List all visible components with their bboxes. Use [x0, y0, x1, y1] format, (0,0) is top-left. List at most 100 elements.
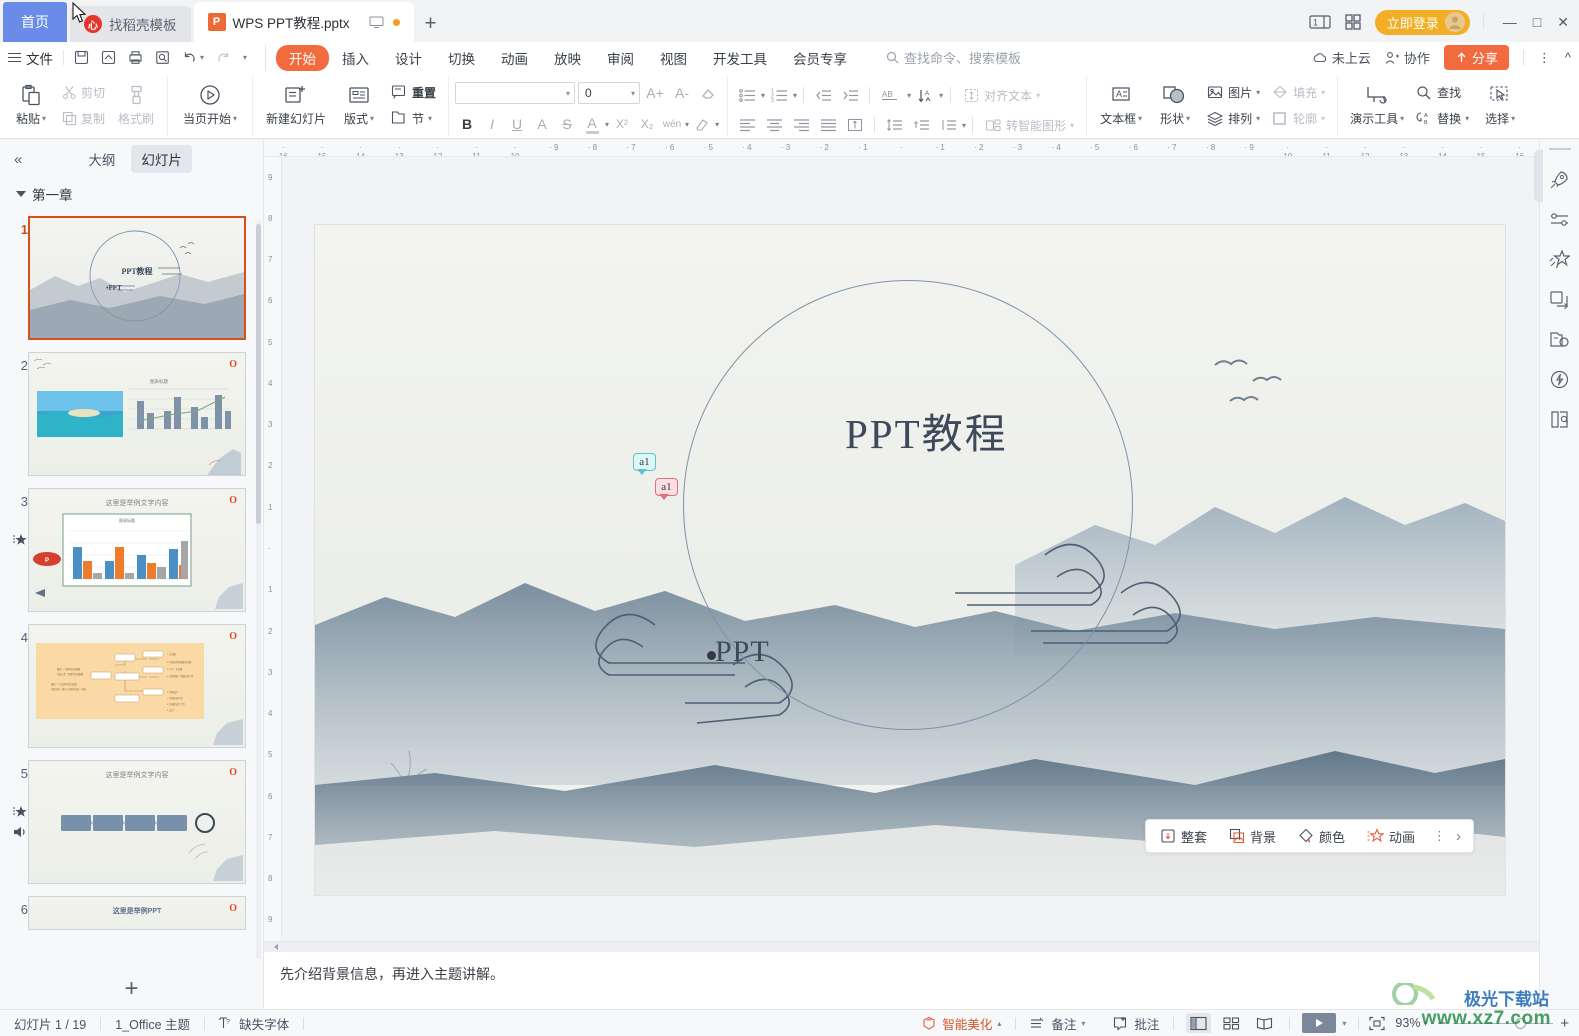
select-button[interactable]: 选择 ▾ [1475, 76, 1525, 134]
align-right-icon[interactable] [788, 112, 814, 138]
font-color-button[interactable]: A [580, 112, 604, 136]
zoom-slider[interactable]: − + [1427, 1015, 1579, 1032]
duplicate-icon[interactable] [1546, 286, 1574, 312]
comment-marker-1[interactable]: a1 [633, 453, 656, 475]
chevron-down-icon[interactable]: ▾ [1342, 1019, 1346, 1028]
doc-search-icon[interactable] [1546, 406, 1574, 432]
align-left-icon[interactable] [734, 112, 760, 138]
text-direction-icon[interactable]: AB [876, 82, 906, 108]
panel-tab-outline[interactable]: 大纲 [78, 145, 125, 173]
undo-button[interactable]: ▾ [182, 50, 204, 65]
search-input[interactable]: 查找命令、搜索模板 [886, 48, 1021, 67]
tab-home[interactable]: 首页 [3, 2, 67, 42]
slide-thumbnail-6[interactable]: O 这里是举例PPT [28, 896, 246, 930]
slide-thumbnail-item[interactable]: 4 O 图层1：需要的信息数据 全面几类：需要的信息数据 图层1：产品说明 简洁… [0, 624, 263, 748]
phonetic-guide-icon[interactable]: wén [660, 112, 684, 136]
slide-thumbnail-4[interactable]: O 图层1：需要的信息数据 全面几类：需要的信息数据 图层1：产品说明 简洁版面… [28, 624, 246, 748]
find-button[interactable]: 查找 [1410, 79, 1475, 105]
maximize-button[interactable]: □ [1533, 14, 1541, 30]
highlight-color-icon[interactable] [690, 112, 714, 136]
color-button[interactable]: 颜色 [1288, 821, 1355, 851]
fit-to-window-icon[interactable] [1359, 1016, 1395, 1031]
rocket-icon[interactable] [1546, 166, 1574, 192]
arrange-button[interactable]: 排列 ▾ [1201, 105, 1266, 131]
ribbon-tab-design[interactable]: 设计 [382, 45, 435, 71]
missing-font-status[interactable]: ? 缺失字体 [205, 1014, 303, 1033]
print-icon[interactable] [128, 50, 143, 65]
chevron-down-icon[interactable]: ▾ [793, 91, 797, 100]
reading-view-icon[interactable] [1252, 1013, 1277, 1033]
present-tools-button[interactable]: 演示工具 ▾ [1344, 76, 1410, 134]
slide-sorter-icon[interactable] [1219, 1013, 1244, 1033]
replace-button[interactable]: AB 替换 ▾ [1410, 105, 1475, 131]
notes-text[interactable]: 先介绍背景信息，再进入主题讲解。 [264, 952, 1539, 996]
collapse-panel-icon[interactable]: « [8, 151, 28, 168]
start-here-button[interactable]: 当页开始 ▾ [174, 76, 246, 134]
new-tab-button[interactable]: + [414, 6, 448, 42]
file-menu-button[interactable]: 文件 [0, 48, 63, 68]
save-icon[interactable] [74, 50, 89, 65]
slide-count-status[interactable]: 幻灯片 1 / 19 [0, 1014, 100, 1033]
comments-toggle-button[interactable]: 批注 [1099, 1014, 1173, 1033]
theme-status[interactable]: 1_Office 主题 [101, 1014, 204, 1033]
chevron-down-icon[interactable]: ▾ [761, 91, 765, 100]
animation-icon[interactable] [12, 533, 28, 547]
customize-quick-access-icon[interactable]: ▾ [243, 53, 247, 62]
zoom-in-button[interactable]: + [1560, 1015, 1569, 1032]
line-spacing-icon[interactable] [881, 112, 907, 138]
grid-view-icon[interactable] [1344, 13, 1362, 31]
reset-button[interactable]: 重置 [385, 79, 442, 105]
animation-button[interactable]: 动画 [1357, 821, 1425, 851]
collapse-ribbon-icon[interactable]: ^ [1565, 50, 1571, 65]
zoom-slider-knob[interactable] [1515, 1017, 1527, 1029]
decrease-indent-icon[interactable] [810, 82, 836, 108]
notes-resize-handle[interactable] [264, 942, 1539, 952]
print-preview-icon[interactable] [155, 50, 170, 65]
subscript-button[interactable]: X₂ [635, 112, 659, 136]
animation-star-icon[interactable] [1546, 246, 1574, 272]
chevron-down-icon[interactable]: ▾ [605, 120, 609, 129]
font-size-select[interactable]: 0 ▾ [578, 82, 641, 104]
panel-tab-slides[interactable]: 幻灯片 [131, 145, 192, 173]
row-spacing-icon[interactable] [935, 112, 961, 138]
current-slide[interactable]: PPT教程 PPT a1 a1 [315, 225, 1505, 895]
zoom-out-button[interactable]: − [1437, 1015, 1446, 1032]
share-button[interactable]: 分享 [1443, 45, 1509, 70]
bullets-icon[interactable] [734, 82, 760, 108]
ribbon-tab-transition[interactable]: 切换 [435, 45, 488, 71]
strikethrough-button[interactable]: S [555, 112, 579, 136]
section-button[interactable]: 节 ▾ [385, 105, 442, 131]
play-slideshow-button[interactable] [1302, 1013, 1337, 1033]
tab-wps-ppt-document[interactable]: P WPS PPT教程.pptx [193, 2, 414, 42]
chevron-down-icon[interactable]: ▾ [715, 120, 719, 129]
underline-button[interactable]: U [505, 112, 529, 136]
login-button[interactable]: 立即登录 [1374, 9, 1470, 35]
ribbon-tab-animation[interactable]: 动画 [488, 45, 541, 71]
zoom-level-button[interactable]: 93% ▾ [1395, 1016, 1427, 1030]
more-options-icon[interactable]: ⋮ [1538, 50, 1551, 66]
panel-scrollbar-thumb[interactable] [256, 224, 261, 524]
zoom-slider-track[interactable] [1453, 1017, 1554, 1029]
slide-thumbnail-3[interactable]: O 这里是举例文字内容 图表标题 P [28, 488, 246, 612]
chevron-down-icon[interactable]: ▾ [962, 121, 966, 130]
close-button[interactable]: ✕ [1557, 14, 1569, 31]
design-expand-icon[interactable]: › [1454, 828, 1469, 845]
section-header[interactable]: 第一章 [0, 178, 263, 210]
font-family-select[interactable]: ▾ [455, 82, 576, 104]
numbering-icon[interactable]: 123 [766, 82, 792, 108]
slide-editor-canvas[interactable]: PPT教程 PPT a1 a1 整套 背景 颜色 动画 ⋮ › [282, 157, 1539, 941]
save-as-icon[interactable] [101, 50, 116, 65]
undo-caret-icon[interactable]: ▾ [200, 53, 204, 62]
shape-button[interactable]: 形状 ▾ [1149, 76, 1201, 134]
paste-button[interactable]: 粘贴 ▾ [6, 76, 56, 134]
slide-thumbnail-item[interactable]: 5 O 这里是举例文字内容 [0, 760, 263, 884]
monitor-icon[interactable] [369, 15, 384, 29]
char-border-button[interactable]: A [530, 112, 554, 136]
layout-button[interactable]: 版式 ▾ [333, 76, 385, 134]
slide-thumbnail-1[interactable]: PPT教程 •PPT [28, 216, 246, 340]
notes-pane[interactable]: 先介绍背景信息，再进入主题讲解。 [264, 941, 1539, 1009]
minimize-button[interactable]: — [1503, 14, 1517, 30]
align-distribute-icon[interactable] [842, 112, 868, 138]
lightning-icon[interactable] [1546, 366, 1574, 392]
chevron-down-icon[interactable]: ▾ [907, 91, 911, 100]
